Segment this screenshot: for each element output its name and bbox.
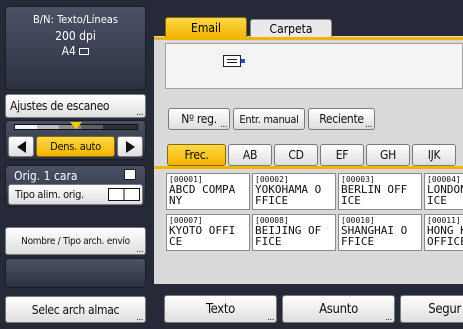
destination-name-cont: FICE <box>255 235 282 248</box>
text-button-label: Texto <box>205 301 236 317</box>
destination-name-cont: FFICE <box>255 194 289 207</box>
original-sides-label: Orig. 1 cara <box>14 169 78 183</box>
destination-name-cont: ICE <box>427 194 447 207</box>
feed-mode-icon <box>108 188 140 201</box>
tab-underline <box>154 37 463 40</box>
auto-density-label: Dens. auto <box>50 140 101 153</box>
select-stored-file-button[interactable]: Selec arch almac... <box>5 296 146 323</box>
tab-email-label: Email <box>191 21 221 35</box>
security-button-label: Segur <box>428 301 461 317</box>
index-tab-frequent-label: Frec. <box>184 148 209 162</box>
scan-info-mode: B/N: Texto/Líneas <box>32 13 119 26</box>
landscape-orientation-icon <box>79 48 90 55</box>
destination-name-cont: CE <box>169 235 183 248</box>
manual-entry-label: Entr. manual <box>239 112 299 126</box>
recent-label: Reciente <box>319 112 364 126</box>
registration-number-label: Nº reg. <box>181 112 217 126</box>
original-feed-type-button[interactable]: Tipo alim. orig. <box>8 184 143 205</box>
destination-field[interactable] <box>165 43 463 89</box>
file-name-type-button[interactable]: Nombre / Tipo arch. envío... <box>5 227 146 255</box>
destination-item[interactable]: [00010] SHANGHAI O FFICE <box>338 214 422 251</box>
destination-item[interactable]: [00003] BERLIN OFF ICE <box>338 173 422 210</box>
index-tab-ef-label: EF <box>335 148 349 162</box>
subject-button[interactable]: Asunto... <box>282 295 395 323</box>
file-name-type-label: Nombre / Tipo arch. envío <box>21 235 130 247</box>
triangle-right-icon <box>125 140 135 153</box>
index-tab-cd-label: CD <box>288 148 304 162</box>
index-tab-ab-label: AB <box>242 148 258 162</box>
scan-settings-button[interactable]: Ajustes de escaneo... <box>5 94 146 118</box>
destination-name-cont: OFFICE <box>427 235 463 248</box>
auto-density-button[interactable]: Dens. auto <box>36 136 115 157</box>
density-increase-button[interactable] <box>117 136 143 157</box>
triangle-left-icon <box>16 140 26 153</box>
index-tab-cd[interactable]: CD <box>274 144 318 166</box>
original-feed-type-label: Tipo alim. orig. <box>15 188 84 201</box>
index-tab-ijk[interactable]: IJK <box>412 144 456 166</box>
scan-size-label: A4 <box>61 44 76 58</box>
destination-item[interactable]: [00007] KYOTO OFFI CE <box>166 214 250 251</box>
empty-panel <box>5 258 146 288</box>
tab-email[interactable]: Email <box>165 17 247 38</box>
destination-item[interactable]: [00004] LONDON ICE <box>424 173 463 210</box>
destination-item[interactable]: [00002] YOKOHAMA O FFICE <box>252 173 336 210</box>
index-tab-gh[interactable]: GH <box>366 144 410 166</box>
density-decrease-button[interactable] <box>8 136 34 157</box>
recent-button[interactable]: Reciente... <box>308 108 375 130</box>
destination-item[interactable]: [00001] ABCD COMPA NY <box>166 173 250 210</box>
destination-name-cont: FFICE <box>341 235 375 248</box>
one-sided-original-icon <box>124 169 136 180</box>
registration-number-button[interactable]: Nº reg.... <box>168 108 230 130</box>
tab-folder-label: Carpeta <box>269 22 313 36</box>
subject-button-label: Asunto <box>319 301 358 317</box>
index-tab-ef[interactable]: EF <box>320 144 364 166</box>
index-tab-frequent[interactable]: Frec. <box>167 144 226 166</box>
destination-name-cont: ICE <box>341 194 361 207</box>
destination-item[interactable]: [00011] HONG K OFFICE <box>424 214 463 251</box>
email-envelope-icon <box>223 55 245 67</box>
scan-info-resolution: 200 dpi <box>55 29 96 43</box>
destination-item[interactable]: [00008] BEIJING OF FICE <box>252 214 336 251</box>
destination-name-cont: NY <box>169 194 183 207</box>
index-tab-ab[interactable]: AB <box>228 144 272 166</box>
scanner-screen: B/N: Texto/Líneas 200 dpi A4 Ajustes de … <box>0 0 463 329</box>
manual-entry-button[interactable]: Entr. manual <box>233 108 305 130</box>
density-indicator-icon <box>70 122 82 129</box>
select-stored-file-label: Selec arch almac <box>31 302 120 317</box>
scan-info-size: A4 <box>5 44 146 58</box>
text-button[interactable]: Texto... <box>164 295 277 323</box>
index-tab-underline <box>154 166 463 169</box>
index-tab-ijk-label: IJK <box>427 148 441 162</box>
security-button[interactable]: Segur <box>400 295 463 323</box>
tab-folder[interactable]: Carpeta <box>250 19 332 38</box>
scan-settings-label: Ajustes de escaneo <box>10 99 110 113</box>
index-tab-gh-label: GH <box>380 148 396 162</box>
